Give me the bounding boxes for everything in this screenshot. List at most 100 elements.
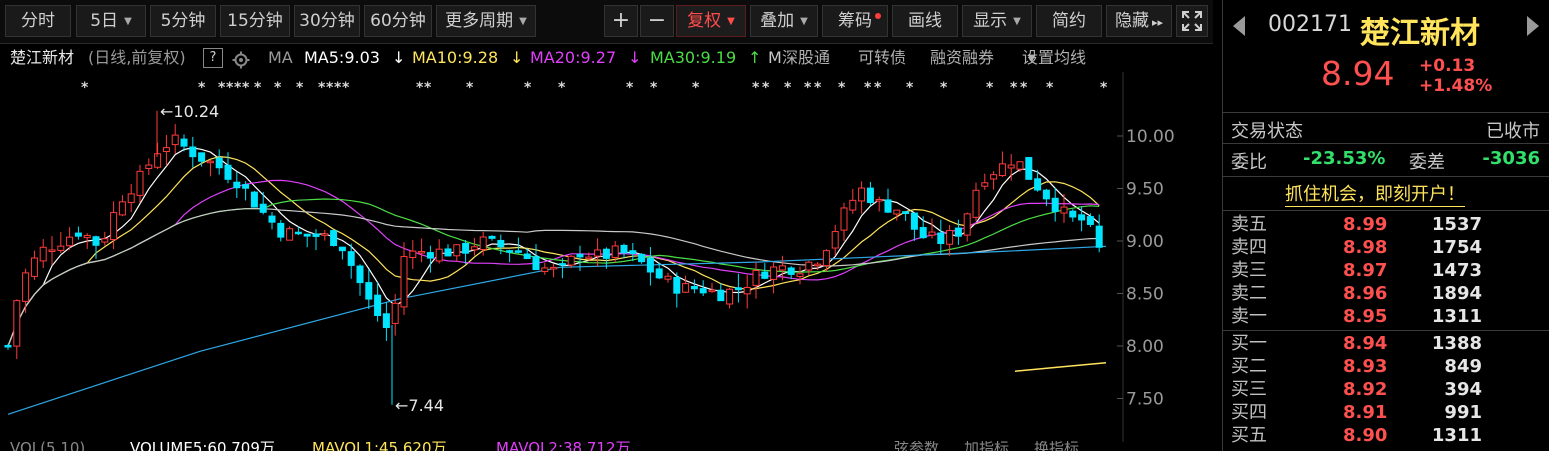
candle-body <box>743 286 751 295</box>
more-periods-label: 更多周期 <box>445 11 514 31</box>
candle-body <box>1042 189 1050 200</box>
candle-body <box>726 288 734 305</box>
candle-body <box>981 182 989 187</box>
candle-body <box>1007 164 1015 169</box>
bid1-row: 买一 8.94 1388 <box>1223 332 1549 355</box>
candle-body <box>180 138 188 147</box>
shenggutong-link[interactable]: 深股通 <box>782 44 830 72</box>
event-marker-icon: * <box>424 80 432 96</box>
candle-body <box>162 147 170 153</box>
weicha-value: -3036 <box>1482 148 1540 169</box>
more-periods-button[interactable]: 更多周期 ▼ <box>436 5 536 37</box>
event-marker-icon: * <box>906 80 914 96</box>
event-marker-icon: * <box>864 80 872 96</box>
bid3-label: 买三 <box>1231 379 1267 400</box>
ma20-arrow-icon: ↓ <box>628 48 642 67</box>
change-value: +0.13 <box>1419 56 1476 76</box>
candle-body <box>74 232 82 237</box>
zoom-in-button[interactable]: + <box>604 5 638 37</box>
y-tick-label: 8.00 <box>1126 337 1164 357</box>
candle-body <box>118 201 126 216</box>
event-marker-icon: * <box>626 80 634 96</box>
candle-body <box>629 250 637 254</box>
set-ma-button[interactable]: 设置均线 ▼ <box>1022 44 1086 75</box>
candle-body <box>910 212 918 230</box>
candle-body <box>409 250 417 258</box>
ask4-price: 8.98 <box>1343 237 1388 258</box>
candle-body <box>594 249 602 257</box>
chevron-down-icon: ▼ <box>727 16 735 27</box>
min15-button[interactable]: 15分钟 <box>220 5 290 37</box>
ask3-row: 卖三 8.97 1473 <box>1223 259 1549 282</box>
kline-chart[interactable]: * * * * * * * * * * * * * * * * * * * * * * * * * * * * * * * * * * * * 10.… <box>0 72 1213 442</box>
next-stock-icon[interactable] <box>1527 16 1539 36</box>
candle-body <box>717 289 725 302</box>
event-marker-icon: * <box>226 80 234 96</box>
candle-body <box>761 271 769 279</box>
zoom-out-button[interactable]: − <box>640 5 674 37</box>
kline-svg[interactable]: * * * * * * * * * * * * * * * * * * * * * * * * * * * * * * * * * * * * 10.… <box>0 72 1213 442</box>
candle-body <box>286 228 294 241</box>
chips-button[interactable]: 筹码 <box>822 5 888 37</box>
switch-indicator-link[interactable]: 换指标 <box>1034 441 1079 451</box>
display-button[interactable]: 显示 ▼ <box>962 5 1032 37</box>
y-tick-label: 9.50 <box>1126 180 1164 200</box>
bid5-volume: 1311 <box>1431 425 1482 446</box>
draw-line-button[interactable]: 画线 <box>892 5 958 37</box>
fullscreen-button[interactable] <box>1176 5 1208 37</box>
ma-line <box>7 245 1107 415</box>
add-indicator-link[interactable]: 加指标 <box>964 441 1009 451</box>
min60-button[interactable]: 60分钟 <box>364 5 432 37</box>
margin-trading-link[interactable]: 融资融券 <box>930 44 994 72</box>
candle-body <box>356 265 364 284</box>
weicha-label: 委差 <box>1409 152 1445 173</box>
candle-body <box>250 191 258 208</box>
candle-body <box>919 227 927 239</box>
candle-body <box>374 294 382 316</box>
candle-body <box>470 246 478 251</box>
fuquan-button[interactable]: 复权 ▼ <box>676 5 746 37</box>
change-percent: +1.48% <box>1419 76 1493 96</box>
candle-body <box>321 233 329 236</box>
candle-body <box>1060 206 1068 214</box>
chevron-down-icon: ▼ <box>124 16 132 27</box>
candle-body <box>206 160 214 164</box>
event-marker-icon: * <box>1046 80 1054 96</box>
event-marker-icon: * <box>416 80 424 96</box>
candle-body <box>127 193 135 204</box>
period-5day-button[interactable]: 5日 ▼ <box>76 5 146 37</box>
ask5-volume: 1537 <box>1431 214 1482 235</box>
overlay-button[interactable]: 叠加 ▼ <box>750 5 818 37</box>
help-icon[interactable]: ? <box>203 48 223 68</box>
chevron-down-icon: ▼ <box>1028 53 1036 64</box>
candle-body <box>462 242 470 254</box>
ma5-value: MA5:9.03 <box>304 48 380 67</box>
ask1-price: 8.95 <box>1343 306 1388 327</box>
hide-button[interactable]: 隐藏 ▸▸ <box>1106 5 1172 37</box>
event-marker-icon: * <box>342 80 350 96</box>
candle-body <box>400 256 408 308</box>
prev-stock-icon[interactable] <box>1233 16 1245 36</box>
event-marker-icon: * <box>874 80 882 96</box>
fenshi-button[interactable]: 分时 <box>5 5 71 37</box>
candle-body <box>338 246 346 252</box>
convertible-bond-link[interactable]: 可转债 <box>858 44 906 72</box>
ask3-price: 8.97 <box>1343 260 1388 281</box>
min5-button[interactable]: 5分钟 <box>150 5 216 37</box>
ask1-volume: 1311 <box>1431 306 1482 327</box>
candle-body <box>902 211 910 215</box>
candle-body <box>233 181 241 189</box>
candle-body <box>523 253 531 260</box>
min30-button[interactable]: 30分钟 <box>294 5 360 37</box>
event-marker-icon: * <box>692 80 700 96</box>
candle-body <box>198 152 206 162</box>
candle-body <box>858 187 866 202</box>
simple-button[interactable]: 简约 <box>1036 5 1102 37</box>
open-account-ad-link[interactable]: 抓住机会，即刻开户！ <box>1285 184 1465 207</box>
bid2-label: 买二 <box>1231 356 1267 377</box>
event-marker-icon: * <box>762 80 770 96</box>
event-marker-icon: * <box>234 80 242 96</box>
vol-param-link[interactable]: 弦参数 <box>894 441 939 451</box>
candle-body <box>990 174 998 180</box>
event-marker-icon: * <box>752 80 760 96</box>
